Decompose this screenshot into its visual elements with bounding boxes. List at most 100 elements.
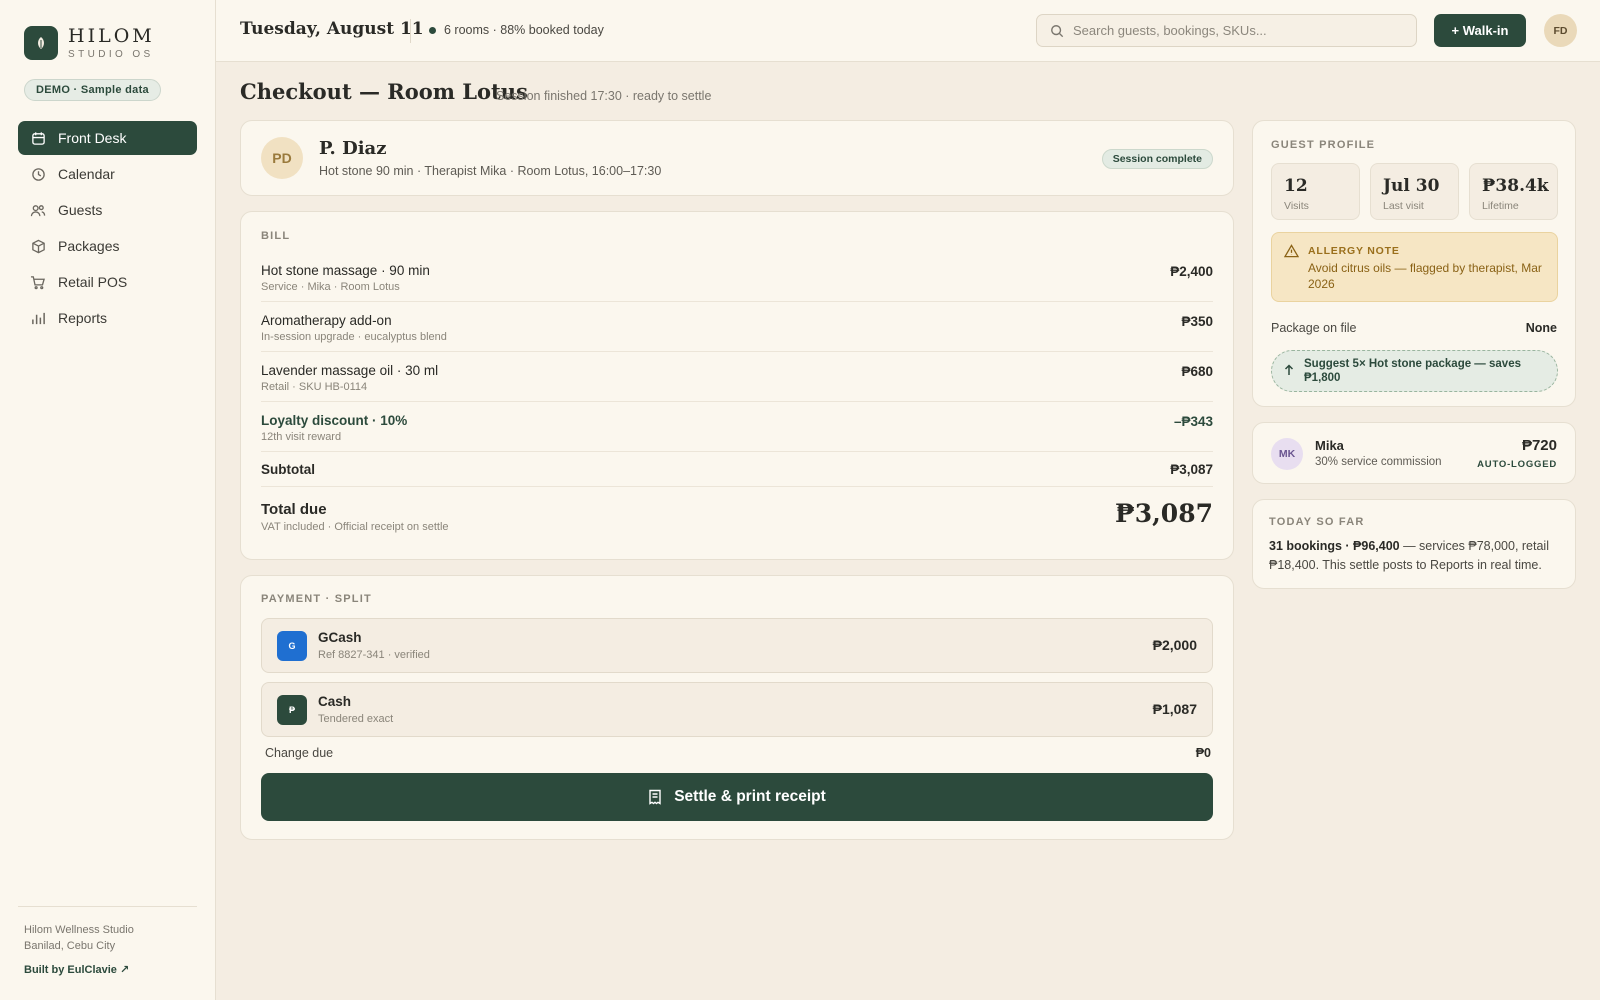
- sidebar-item-calendar[interactable]: Calendar: [18, 157, 197, 191]
- today-summary: 31 bookings · ₱96,400 — services ₱78,000…: [1269, 537, 1561, 575]
- item-amount: ₱2,400: [1170, 264, 1213, 279]
- bill-items: Hot stone massage · 90 min Service · Mik…: [261, 252, 1213, 543]
- built-by-link[interactable]: Built by EulClavie ↗: [24, 963, 197, 976]
- studio-address: Banilad, Cebu City: [24, 940, 116, 952]
- settle-button-label: Settle & print receipt: [674, 788, 826, 805]
- user-avatar[interactable]: FD: [1544, 14, 1577, 47]
- discount-amount: –₱343: [1173, 414, 1213, 429]
- sidebar-item-label: Packages: [58, 238, 120, 254]
- stat-lifetime: ₱38.4k Lifetime: [1469, 163, 1558, 220]
- sidebar-nav: Front Desk Calendar Guests Packages Reta…: [18, 121, 197, 337]
- users-icon: [30, 202, 46, 218]
- commission-rate: 30% service commission: [1315, 456, 1442, 468]
- settle-print-button[interactable]: Settle & print receipt: [261, 773, 1213, 821]
- therapist-avatar: MK: [1271, 438, 1303, 470]
- payment-method-cash[interactable]: ₱ Cash Tendered exact ₱1,087: [261, 682, 1213, 737]
- stat-label: Lifetime: [1482, 200, 1519, 212]
- stat-visits: 12 Visits: [1271, 163, 1360, 220]
- bill-line-item[interactable]: Lavender massage oil · 30 ml Retail · SK…: [261, 352, 1213, 402]
- sidebar-footer: Hilom Wellness Studio Banilad, Cebu City…: [18, 906, 197, 976]
- booking-status: 6 rooms · 88% booked today: [429, 23, 604, 37]
- brand-logo[interactable]: HILOM STUDIO OS: [24, 26, 155, 60]
- discount-name: Loyalty discount · 10%: [261, 413, 408, 428]
- payment-label: PAYMENT · SPLIT: [261, 593, 372, 605]
- total-note: VAT included · Official receipt on settl…: [261, 521, 449, 533]
- walk-in-button[interactable]: + Walk-in: [1434, 14, 1526, 47]
- calendar-icon: [30, 130, 46, 146]
- sidebar-item-reports[interactable]: Reports: [18, 301, 197, 335]
- stat-last-visit: Jul 30 Last visit: [1370, 163, 1459, 220]
- allergy-title: ALLERGY NOTE: [1308, 245, 1400, 257]
- package-label: Package on file: [1271, 321, 1357, 335]
- payment-method-amount[interactable]: ₱1,087: [1153, 701, 1197, 717]
- payment-card: PAYMENT · SPLIT G GCash Ref 8827-341 · v…: [240, 575, 1234, 840]
- suggest-package-text: Suggest 5× Hot stone package — saves ₱1,…: [1304, 358, 1521, 384]
- search-input[interactable]: [1073, 23, 1393, 38]
- topbar: Tuesday, August 11 6 rooms · 88% booked …: [216, 0, 1600, 62]
- sidebar-item-retail-pos[interactable]: Retail POS: [18, 265, 197, 299]
- guest-profile-card: GUEST PROFILE 12 Visits Jul 30 Last visi…: [1252, 120, 1576, 407]
- leaf-icon: [24, 26, 58, 60]
- sidebar-item-guests[interactable]: Guests: [18, 193, 197, 227]
- session-details: Hot stone 90 min · Therapist Mika · Room…: [319, 164, 662, 178]
- allergy-body: Avoid citrus oils — flagged by therapist…: [1308, 261, 1542, 291]
- bar-chart-icon: [30, 310, 46, 326]
- payment-method-gcash[interactable]: G GCash Ref 8827-341 · verified ₱2,000: [261, 618, 1213, 673]
- change-due-amount: ₱0: [1195, 746, 1211, 760]
- stat-value: 12: [1284, 176, 1308, 196]
- auto-logged-tag: AUTO-LOGGED: [1477, 459, 1557, 470]
- item-detail: Retail · SKU HB-0114: [261, 381, 368, 393]
- cash-icon: ₱: [277, 695, 307, 725]
- item-name: Hot stone massage · 90 min: [261, 263, 430, 278]
- cart-icon: [30, 274, 46, 290]
- sidebar-item-label: Retail POS: [58, 274, 128, 290]
- discount-detail: 12th visit reward: [261, 431, 342, 443]
- bill-line-item[interactable]: Aromatherapy add-on In-session upgrade ·…: [261, 302, 1213, 352]
- payment-method-amount[interactable]: ₱2,000: [1153, 637, 1197, 653]
- stat-label: Last visit: [1383, 200, 1424, 212]
- sidebar-item-label: Front Desk: [58, 130, 127, 146]
- guest-name[interactable]: P. Diaz: [319, 138, 386, 159]
- status-dot-icon: [429, 26, 436, 34]
- gcash-icon: G: [277, 631, 307, 661]
- guest-avatar: PD: [261, 137, 303, 179]
- sidebar-item-packages[interactable]: Packages: [18, 229, 197, 263]
- payment-method-name: GCash: [318, 630, 362, 645]
- therapist-commission-card: MK Mika 30% service commission ₱720 AUTO…: [1252, 422, 1576, 484]
- subtotal-amount: ₱3,087: [1170, 462, 1213, 477]
- receipt-icon: [648, 789, 662, 805]
- payment-method-detail: Ref 8827-341 · verified: [318, 649, 430, 661]
- page-subtitle: Session finished 17:30 · ready to settle: [496, 89, 712, 103]
- studio-name: Hilom Wellness Studio: [24, 924, 134, 936]
- item-name: Aromatherapy add-on: [261, 313, 392, 328]
- payment-method-name: Cash: [318, 694, 352, 709]
- sidebar-item-label: Calendar: [58, 166, 115, 182]
- clock-icon: [30, 166, 46, 182]
- today-label: TODAY SO FAR: [1269, 516, 1365, 528]
- guest-session-card: PD P. Diaz Hot stone 90 min · Therapist …: [240, 120, 1234, 196]
- divider: [410, 19, 411, 43]
- today-summary-card: TODAY SO FAR 31 bookings · ₱96,400 — ser…: [1252, 499, 1576, 589]
- booking-status-text: 6 rooms · 88% booked today: [444, 23, 604, 37]
- sidebar-item-label: Guests: [58, 202, 103, 218]
- bill-discount-item[interactable]: Loyalty discount · 10% 12th visit reward…: [261, 402, 1213, 452]
- subtotal-row: Subtotal ₱3,087: [261, 452, 1213, 487]
- bill-label: BILL: [261, 230, 291, 242]
- package-value: None: [1525, 321, 1557, 335]
- today-summary-bold: 31 bookings · ₱96,400: [1269, 539, 1400, 553]
- brand-name: HILOM: [68, 25, 155, 47]
- status-badge: Session complete: [1101, 149, 1213, 169]
- sidebar-item-front-desk[interactable]: Front Desk: [18, 121, 197, 155]
- stat-value: ₱38.4k: [1482, 176, 1549, 196]
- suggest-package-button[interactable]: Suggest 5× Hot stone package — saves ₱1,…: [1271, 350, 1558, 392]
- page-title: Checkout — Room Lotus: [240, 79, 528, 104]
- search-box[interactable]: [1036, 14, 1417, 47]
- guest-profile-label: GUEST PROFILE: [1271, 139, 1376, 151]
- sidebar-item-label: Reports: [58, 310, 108, 326]
- therapist-name[interactable]: Mika: [1315, 438, 1344, 453]
- commission-amount: ₱720: [1521, 437, 1557, 454]
- item-amount: ₱680: [1181, 364, 1213, 379]
- total-amount: ₱3,087: [1114, 499, 1213, 528]
- bill-line-item[interactable]: Hot stone massage · 90 min Service · Mik…: [261, 252, 1213, 302]
- sidebar: HILOM STUDIO OS DEMO · Sample data Front…: [0, 0, 216, 1000]
